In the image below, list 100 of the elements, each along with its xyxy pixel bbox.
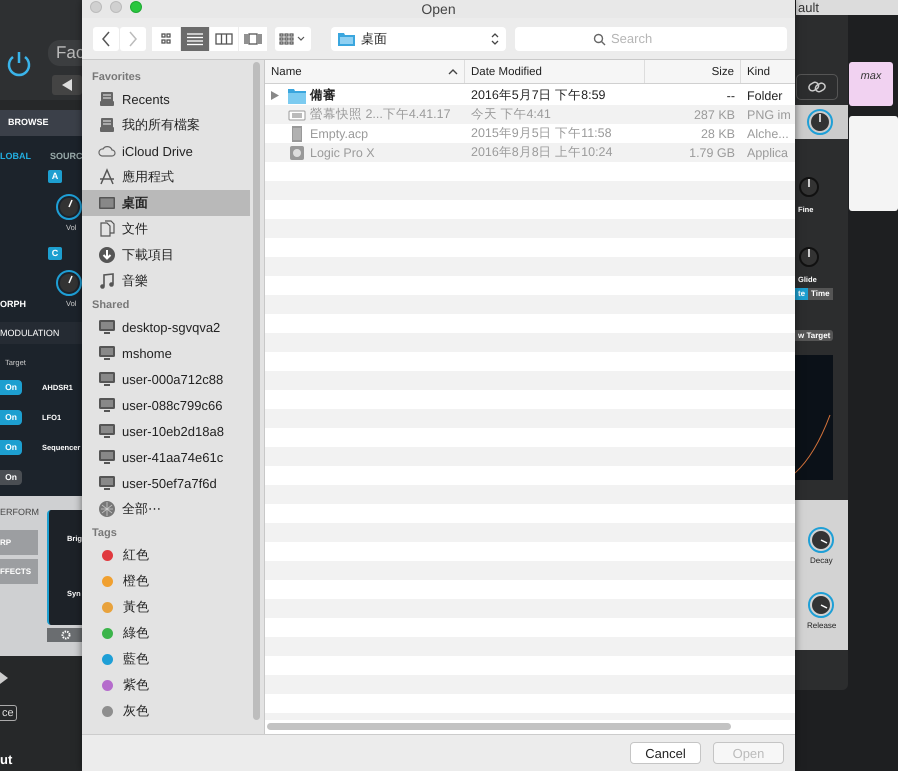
sidebar-icon — [98, 318, 116, 336]
sidebar-icon — [98, 422, 116, 440]
tag-item[interactable]: 藍色 — [82, 646, 250, 672]
on-button[interactable]: On — [0, 470, 22, 485]
column-header[interactable]: Kind — [741, 60, 795, 83]
sidebar-item[interactable]: 應用程式 — [82, 164, 250, 190]
sidebar-item[interactable]: iCloud Drive — [82, 138, 250, 164]
sidebar-item[interactable]: 我的所有檔案 — [82, 112, 250, 138]
sidebar-item[interactable]: 桌面 — [82, 190, 250, 216]
column-header[interactable]: Name — [265, 60, 465, 83]
file-kind: PNG im — [747, 108, 791, 122]
file-size: 1.79 GB — [689, 146, 735, 160]
sidebar-item[interactable]: user-000a712c88 — [82, 366, 250, 392]
updown-icon — [491, 32, 499, 46]
sidebar-icon — [98, 90, 116, 108]
arrange-button[interactable] — [275, 26, 311, 50]
section-heading: Tags — [91, 526, 118, 541]
view-mode-button[interactable] — [181, 26, 209, 50]
settings-button[interactable] — [47, 628, 84, 642]
coverflow-view-icon — [243, 32, 263, 46]
knob-icon[interactable] — [796, 244, 822, 270]
app-icon — [288, 144, 306, 160]
link-button[interactable] — [796, 74, 838, 100]
sidebar-item[interactable]: desktop-sgvqva2 — [82, 314, 250, 340]
sidebar-item[interactable]: mshome — [82, 340, 250, 366]
search-field[interactable]: Search — [515, 26, 787, 50]
sidebar-icon — [98, 194, 116, 212]
knob-label: Release — [807, 621, 836, 630]
mode-button[interactable]: Time — [808, 288, 833, 300]
knob-icon[interactable] — [56, 270, 82, 296]
date-modified: 2015年9月5日 下午11:58 — [471, 125, 612, 142]
window-title: Open — [421, 1, 456, 17]
knob-icon[interactable] — [807, 109, 833, 135]
view-mode-button[interactable] — [210, 26, 238, 50]
file-kind: Applica — [747, 146, 788, 160]
sidebar-item[interactable]: user-088c799c66 — [82, 392, 250, 418]
zoom-button[interactable] — [130, 1, 142, 13]
sidebar-icon — [98, 220, 116, 238]
app-button[interactable]: ce — [0, 705, 17, 721]
file-name: Empty.acp — [310, 126, 368, 140]
tag-item[interactable]: 紅色 — [82, 542, 250, 568]
sidebar-icon — [98, 168, 116, 186]
back-button[interactable] — [93, 26, 119, 50]
date-modified: 2016年8月8日 上午10:24 — [471, 144, 612, 161]
scrollbar[interactable] — [267, 723, 731, 730]
file-name: 備審 — [310, 87, 336, 104]
play-icon[interactable] — [0, 672, 8, 684]
sidebar-icon — [98, 246, 116, 264]
date-modified: 今天 下午4:41 — [471, 106, 551, 123]
knob-icon[interactable] — [796, 174, 822, 200]
sidebar-item[interactable]: 全部⋯ — [82, 496, 250, 522]
search-icon — [593, 32, 606, 46]
sidebar-icon — [98, 448, 116, 466]
chevron-left-icon — [101, 30, 111, 46]
knob-icon[interactable] — [808, 527, 834, 553]
section-label: ORPH — [0, 299, 26, 309]
keyboard-key[interactable]: max — [849, 62, 893, 106]
section-heading: Favorites — [91, 70, 142, 85]
view-mode-button[interactable] — [239, 26, 267, 50]
settings-icon — [60, 630, 70, 640]
sidebar-icon — [98, 370, 116, 388]
file-row[interactable]: 備審 2016年5月7日 下午8:59 -- Folder — [265, 86, 795, 105]
disclosure-icon[interactable] — [271, 91, 279, 100]
tag-item[interactable]: 灰色 — [82, 698, 250, 724]
target-button[interactable]: w Target — [795, 330, 834, 341]
date-modified: 2016年5月7日 下午8:59 — [471, 87, 606, 104]
tag-item[interactable]: 橙色 — [82, 568, 250, 594]
cancel-button[interactable]: Cancel — [630, 742, 701, 764]
knob-icon[interactable] — [808, 592, 834, 618]
section-label: ERFORM — [0, 507, 39, 517]
sidebar-item[interactable]: 文件 — [82, 216, 250, 242]
file-size: -- — [726, 88, 735, 102]
folder-icon — [288, 88, 306, 104]
location-popup[interactable]: 桌面 — [330, 26, 506, 50]
sidebar-icon — [98, 396, 116, 414]
knob-icon[interactable] — [56, 194, 82, 220]
sidebar-item[interactable]: 下載項目 — [82, 242, 250, 268]
sidebar-item[interactable]: 音樂 — [82, 268, 250, 294]
tag-item[interactable]: 黃色 — [82, 594, 250, 620]
view-mode-button[interactable] — [152, 26, 180, 50]
browse-tab[interactable]: BROWSE — [8, 117, 48, 127]
section-heading: Shared — [91, 298, 130, 313]
sidebar-item[interactable]: user-41aa74e61c — [82, 444, 250, 470]
tag-item[interactable]: 紫色 — [82, 672, 250, 698]
column-header[interactable]: Date Modified — [465, 60, 645, 83]
knob-label: Decay — [810, 556, 833, 565]
tag-item[interactable]: 綠色 — [82, 620, 250, 646]
section-label: SOURC — [50, 151, 83, 161]
file-name: 螢幕快照 2...下午4.41.17 — [310, 106, 451, 123]
sidebar-item[interactable]: user-50ef7a7f6d — [82, 470, 250, 496]
sidebar-icon — [98, 474, 116, 492]
file-size: 28 KB — [700, 126, 735, 140]
scrollbar[interactable] — [253, 62, 260, 720]
previous-button[interactable] — [52, 75, 82, 95]
window-title: ault — [796, 0, 898, 15]
file-name: Logic Pro X — [310, 146, 375, 160]
sidebar-icon — [98, 116, 116, 134]
sidebar-item[interactable]: user-10eb2d18a8 — [82, 418, 250, 444]
column-header[interactable]: Size — [645, 60, 741, 83]
sidebar-item[interactable]: Recents — [82, 86, 250, 112]
